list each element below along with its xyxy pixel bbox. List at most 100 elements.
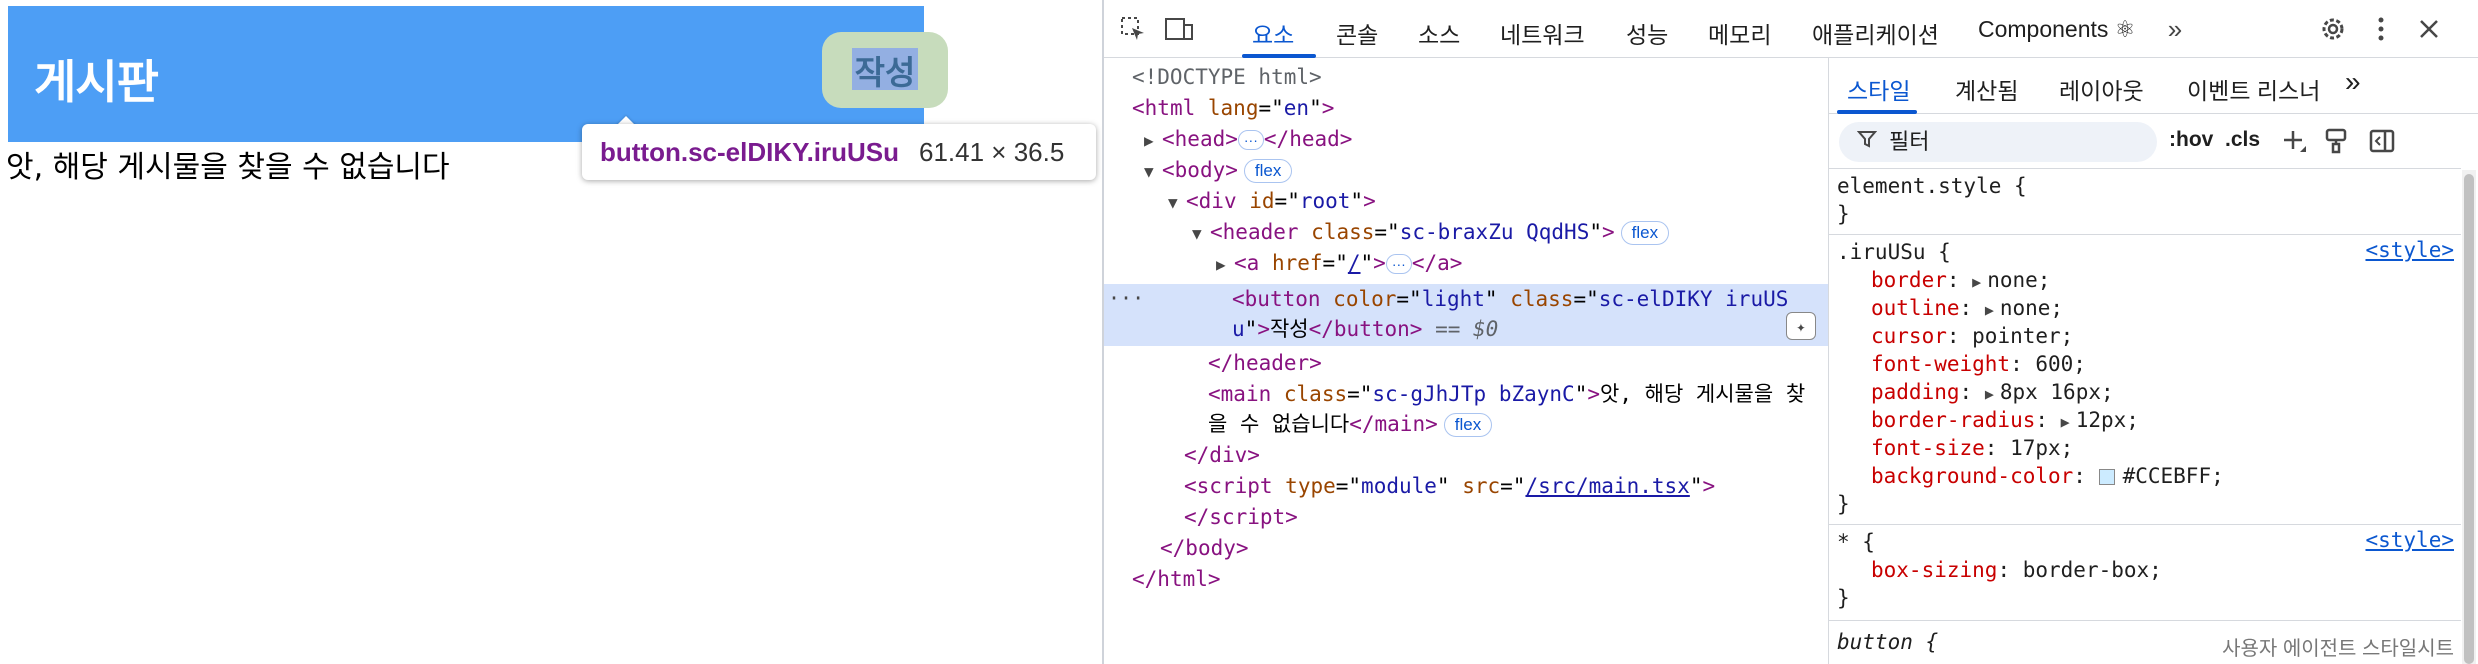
dom-node-button-selected-cont[interactable]: u">작성</button> == $0 xyxy=(1232,314,1498,344)
expand-triangle-icon[interactable]: ▶ xyxy=(1985,385,1994,403)
styles-scrollbar[interactable] xyxy=(2462,170,2476,664)
hover-state-toggle[interactable]: :hov xyxy=(2169,128,2213,152)
expand-triangle-icon[interactable]: ▶ xyxy=(1972,273,1981,291)
css-prop-background-color[interactable]: background-color: #CCEBFF; xyxy=(1871,462,2224,490)
attr-name: id xyxy=(1249,189,1275,213)
tag-name: main xyxy=(1374,412,1426,436)
dom-node-button-selected[interactable]: <button color="light" class="sc-elDIKY i… xyxy=(1232,284,1788,314)
tab-components[interactable]: Components ⚛ xyxy=(1978,16,2135,43)
tag-name: div xyxy=(1209,443,1248,467)
doctype-text: <!DOCTYPE html> xyxy=(1132,65,1322,89)
flex-badge[interactable]: flex xyxy=(1243,159,1293,183)
css-prop-font-size[interactable]: font-size: 17px; xyxy=(1871,434,2073,462)
css-prop-outline[interactable]: outline: ▶ none; xyxy=(1871,294,2063,322)
dom-node-body[interactable]: ▼ <body> flex xyxy=(1144,155,1293,187)
collapse-triangle-icon[interactable]: ▼ xyxy=(1192,219,1210,249)
ai-assist-icon[interactable]: ✦ xyxy=(1786,312,1816,340)
tab-memory[interactable]: 메모리 xyxy=(1708,16,1771,50)
tab-sources[interactable]: 소스 xyxy=(1418,16,1460,50)
collapse-triangle-icon[interactable]: ▼ xyxy=(1168,188,1186,218)
expand-triangle-icon[interactable]: ▶ xyxy=(1216,250,1234,280)
more-tabs-icon[interactable]: » xyxy=(2160,14,2190,44)
dom-node-div-root[interactable]: ▼ <div id="root"> xyxy=(1168,186,1376,216)
new-rule-icon[interactable] xyxy=(2277,124,2311,158)
css-prop-cursor[interactable]: cursor: pointer; xyxy=(1871,322,2073,350)
tag-name: script xyxy=(1196,474,1273,498)
write-button-label[interactable]: 작성 xyxy=(822,32,948,108)
tag-name: button xyxy=(1333,317,1410,341)
attr-name: lang xyxy=(1207,96,1259,120)
tab-performance[interactable]: 성능 xyxy=(1626,16,1668,50)
class-toggle[interactable]: .cls xyxy=(2225,128,2260,152)
dom-tree: ··· <!DOCTYPE html> <html lang="en"> ▶ <h… xyxy=(1104,58,1828,664)
css-prop-font-weight[interactable]: font-weight: 600; xyxy=(1871,350,2086,378)
attr-link-value[interactable]: / xyxy=(1348,251,1361,275)
expand-triangle-icon[interactable]: ▶ xyxy=(2061,413,2070,431)
dom-node-html-close[interactable]: </html> xyxy=(1132,564,1221,594)
tab-event-listeners[interactable]: 이벤트 리스너 xyxy=(2187,72,2320,106)
dom-node-script[interactable]: <script type="module" src="/src/main.tsx… xyxy=(1184,471,1715,501)
dom-node-head[interactable]: ▶ <head> ··· </head> xyxy=(1144,124,1352,154)
toggle-sidebar-icon[interactable] xyxy=(2365,124,2399,158)
rule-selector-star[interactable]: * { xyxy=(1837,528,1875,556)
dom-node-html[interactable]: <html lang="en"> xyxy=(1132,93,1334,123)
tag-name: head xyxy=(1174,127,1226,151)
device-toolbar-icon[interactable] xyxy=(1164,14,1194,44)
not-found-message: 앗, 해당 게시물을 찾을 수 없습니다 xyxy=(6,150,450,185)
collapsed-ellipsis[interactable]: ··· xyxy=(1385,254,1412,274)
devtools-panel: 요소 콘솔 소스 네트워크 성능 메모리 애플리케이션 Components ⚛… xyxy=(1102,0,2478,664)
tag-name: main xyxy=(1220,382,1272,406)
tab-computed[interactable]: 계산됨 xyxy=(1955,72,2018,106)
dom-node-main-cont[interactable]: 을 수 없습니다</main> flex xyxy=(1208,409,1493,439)
filter-input[interactable] xyxy=(1889,129,2129,155)
css-prop-border-radius[interactable]: border-radius: ▶ 12px; xyxy=(1871,406,2139,434)
styles-pane: 스타일 계산됨 레이아웃 이벤트 리스너 » :hov .cls element… xyxy=(1828,58,2478,664)
dom-node-header[interactable]: ▼ <header class="sc-braxZu QqdHS"> flex xyxy=(1192,217,1670,249)
css-prop-box-sizing[interactable]: box-sizing: border-box; xyxy=(1871,556,2162,584)
dom-node-body-close[interactable]: </body> xyxy=(1160,533,1249,563)
site-title-link[interactable]: 게시판 xyxy=(34,46,159,112)
node-text: 작성 xyxy=(1269,317,1309,341)
style-source-link[interactable]: <style> xyxy=(2365,528,2454,552)
close-icon[interactable] xyxy=(2414,14,2444,44)
collapsed-ellipsis[interactable]: ··· xyxy=(1237,130,1264,150)
paint-brush-icon[interactable] xyxy=(2319,124,2353,158)
dom-node-main[interactable]: <main class="sc-gJhJTp bZaynC">앗, 해당 게시물… xyxy=(1208,379,1805,409)
expand-triangle-icon[interactable]: ▶ xyxy=(1985,301,1994,319)
dom-node-script-close[interactable]: </script> xyxy=(1184,502,1298,532)
tab-elements[interactable]: 요소 xyxy=(1252,16,1294,50)
tab-console[interactable]: 콘솔 xyxy=(1336,16,1378,50)
tab-styles[interactable]: 스타일 xyxy=(1847,72,1910,106)
styles-filter[interactable] xyxy=(1839,122,2157,162)
gear-icon[interactable] xyxy=(2318,14,2348,44)
collapse-triangle-icon[interactable]: ▼ xyxy=(1144,157,1162,187)
rule-selector-iruUSu[interactable]: .iruUSu { xyxy=(1837,238,1951,266)
element-style-selector[interactable]: element.style { xyxy=(1837,172,2027,200)
dom-node-header-close[interactable]: </header> xyxy=(1208,348,1322,378)
scrollbar-thumb[interactable] xyxy=(2464,174,2474,664)
dom-node-div-close[interactable]: </div> xyxy=(1184,440,1260,470)
tab-application[interactable]: 애플리케이션 xyxy=(1812,16,1939,50)
select-element-icon[interactable] xyxy=(1118,14,1148,44)
tag-name: head xyxy=(1289,127,1340,151)
rule-selector-button[interactable]: button { xyxy=(1837,628,1938,656)
expand-triangle-icon[interactable]: ▶ xyxy=(1144,126,1162,156)
attr-link-value[interactable]: /src/main.tsx xyxy=(1525,474,1689,498)
tag-name: div xyxy=(1198,189,1237,213)
attr-name: class xyxy=(1510,287,1574,311)
flex-badge[interactable]: flex xyxy=(1620,221,1670,245)
color-swatch[interactable] xyxy=(2098,469,2115,485)
dom-node-a[interactable]: ▶ <a href="/"> ··· </a> xyxy=(1216,248,1462,278)
tab-network[interactable]: 네트워크 xyxy=(1500,16,1585,50)
dom-node-doctype[interactable]: <!DOCTYPE html> xyxy=(1132,62,1322,92)
node-actions-ellipsis[interactable]: ··· xyxy=(1108,286,1144,310)
more-subtabs-icon[interactable]: » xyxy=(2345,66,2361,98)
css-prop-border[interactable]: border: ▶ none; xyxy=(1871,266,2050,294)
flex-badge[interactable]: flex xyxy=(1443,413,1493,437)
user-agent-stylesheet-label: 사용자 에이전트 스타일시트 xyxy=(2222,638,2454,660)
tag-name: button xyxy=(1244,287,1321,311)
css-prop-padding[interactable]: padding: ▶ 8px 16px; xyxy=(1871,378,2114,406)
tab-layout[interactable]: 레이아웃 xyxy=(2059,72,2144,106)
kebab-menu-icon[interactable] xyxy=(2366,14,2396,44)
style-source-link[interactable]: <style> xyxy=(2365,238,2454,262)
